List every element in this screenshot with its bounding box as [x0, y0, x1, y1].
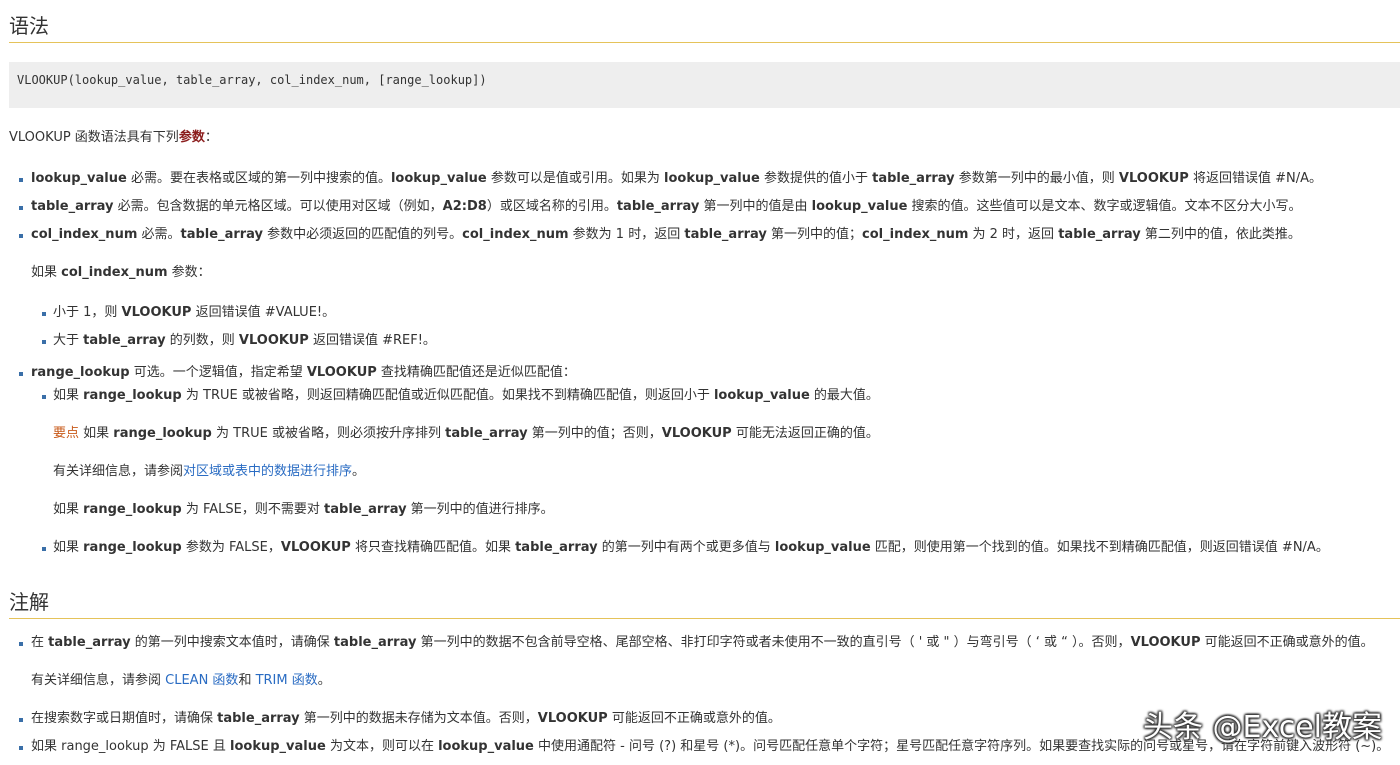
bullet	[19, 206, 23, 210]
sort-data-link[interactable]: 对区域或表中的数据进行排序	[183, 464, 352, 479]
bullet	[19, 178, 23, 182]
clean-function-link[interactable]: CLEAN 函数	[165, 673, 238, 688]
col-index-if: 如果 col_index_num 参数：	[31, 265, 211, 280]
syntax-intro: VLOOKUP 函数语法具有下列参数：	[9, 130, 218, 145]
trim-function-link[interactable]: TRIM 函数	[256, 673, 318, 688]
range-lookup-true: 如果 range_lookup 为 TRUE 或被省略，则返回精确匹配值或近似匹…	[53, 388, 879, 403]
clean-trim-info: 有关详细信息，请参阅 CLEAN 函数和 TRIM 函数。	[31, 673, 331, 688]
bullet	[19, 642, 23, 646]
note-text-search: 在 table_array 的第一列中搜索文本值时，请确保 table_arra…	[31, 635, 1374, 650]
param-range-lookup: range_lookup 可选。一个逻辑值，指定希望 VLOOKUP 查找精确匹…	[31, 365, 576, 380]
notes-divider	[9, 618, 1400, 619]
sort-info: 有关详细信息，请参阅对区域或表中的数据进行排序。	[53, 464, 366, 479]
range-lookup-false-sort: 如果 range_lookup 为 FALSE，则不需要对 table_arra…	[53, 502, 554, 517]
syntax-divider	[9, 42, 1400, 43]
important-label: 要点	[53, 426, 80, 441]
range-lookup-false: 如果 range_lookup 参数为 FALSE，VLOOKUP 将只查找精确…	[53, 540, 1329, 555]
bullet	[42, 547, 46, 551]
bullet	[19, 746, 23, 750]
bullet	[19, 372, 23, 376]
notes-heading: 注解	[9, 590, 49, 614]
syntax-heading: 语法	[9, 14, 49, 38]
watermark: 头条 @Excel教案	[1142, 710, 1382, 745]
params-link[interactable]: 参数	[179, 130, 205, 145]
bullet	[42, 395, 46, 399]
param-lookup-value: lookup_value 必需。要在表格或区域的第一列中搜索的值。lookup_…	[31, 171, 1322, 186]
col-index-less-than-1: 小于 1，则 VLOOKUP 返回错误值 #VALUE!。	[53, 305, 336, 320]
param-col-index-num: col_index_num 必需。table_array 参数中必须返回的匹配值…	[31, 227, 1301, 242]
bullet	[42, 312, 46, 316]
bullet	[42, 340, 46, 344]
syntax-code-block: VLOOKUP(lookup_value, table_array, col_i…	[9, 62, 1400, 108]
param-table-array: table_array 必需。包含数据的单元格区域。可以使用对区域（例如，A2:…	[31, 199, 1302, 214]
bullet	[19, 234, 23, 238]
bullet	[19, 718, 23, 722]
important-note: 要点 如果 range_lookup 为 TRUE 或被省略，则必须按升序排列 …	[53, 426, 879, 441]
note-number-search: 在搜索数字或日期值时，请确保 table_array 第一列中的数据未存储为文本…	[31, 711, 781, 726]
col-index-greater: 大于 table_array 的列数，则 VLOOKUP 返回错误值 #REF!…	[53, 333, 436, 348]
